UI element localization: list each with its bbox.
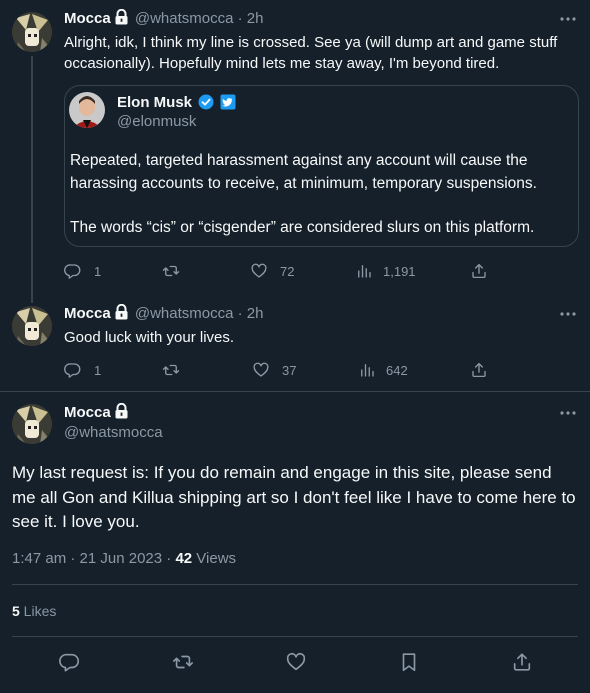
tweet-header: Mocca @whatsmocca · 2h	[64, 8, 264, 31]
tweet-actions: 1 37 642	[64, 360, 494, 380]
share-button[interactable]	[470, 261, 488, 281]
quoted-text-2: The words “cis” or “cisgender” are consi…	[70, 219, 535, 236]
display-name[interactable]: Mocca	[64, 305, 111, 322]
views-label: Views	[192, 550, 237, 567]
timestamp[interactable]: 1:47 am · 21 Jun 2023 ·	[12, 550, 175, 567]
tweet-meta: 1:47 am · 21 Jun 2023 · 42 Views	[12, 549, 236, 569]
separator: ·	[233, 10, 247, 27]
divider	[12, 636, 578, 637]
tweet-thread: Mocca @whatsmocca · 2h Alright, idk, I t…	[0, 0, 590, 693]
like-button[interactable]	[285, 651, 307, 673]
likes-count: 5	[12, 603, 20, 619]
share-button[interactable]	[511, 651, 533, 673]
retweet-icon	[173, 655, 193, 669]
like-button[interactable]: 72	[250, 261, 294, 281]
tweet-2[interactable]: Mocca @whatsmocca · 2h Good luck with yo…	[0, 295, 590, 391]
views-button[interactable]: 1,191	[355, 261, 416, 281]
handle[interactable]: @whatsmocca	[64, 423, 163, 443]
share-button[interactable]	[470, 360, 488, 380]
reply-count: 1	[94, 263, 102, 279]
reply-icon	[59, 653, 80, 672]
views-count: 642	[386, 362, 408, 378]
tweet-text: My last request is: If you do remain and…	[12, 463, 576, 531]
post-time[interactable]: 2h	[247, 305, 264, 322]
tweet-1[interactable]: Mocca @whatsmocca · 2h Alright, idk, I t…	[0, 0, 590, 295]
like-count: 72	[280, 263, 295, 279]
like-count: 37	[282, 362, 297, 378]
lock-icon	[114, 303, 129, 326]
retweet-button[interactable]	[172, 651, 194, 673]
likes-label: Likes	[19, 603, 57, 619]
share-icon	[472, 263, 486, 279]
handle[interactable]: @whatsmocca	[135, 10, 234, 27]
bookmark-button[interactable]	[398, 651, 420, 673]
thread-line-top	[31, 295, 33, 303]
retweet-icon	[162, 364, 180, 376]
views-count: 1,191	[383, 263, 416, 279]
reply-icon	[64, 363, 81, 378]
lock-icon	[114, 402, 129, 425]
focused-tweet: Mocca @whatsmocca My last request is: If…	[0, 392, 590, 693]
quoted-avatar	[69, 92, 105, 128]
divider	[12, 584, 578, 585]
views-icon	[361, 364, 374, 377]
reply-button[interactable]: 1	[64, 360, 101, 380]
share-icon	[513, 653, 531, 671]
quoted-text-1: Repeated, targeted harassment against an…	[70, 152, 537, 192]
like-icon	[253, 362, 269, 377]
verified-badge-icon	[198, 94, 214, 116]
display-name[interactable]: Mocca	[64, 10, 111, 27]
more-icon[interactable]	[558, 9, 578, 29]
tweet-actions: 1 72 1,191	[64, 261, 494, 281]
retweet-button[interactable]	[162, 360, 192, 380]
avatar[interactable]	[12, 404, 52, 444]
reply-button[interactable]	[59, 651, 81, 673]
share-icon	[472, 362, 486, 378]
separator: ·	[233, 305, 247, 322]
likes-summary[interactable]: 5 Likes	[12, 601, 56, 621]
views-button[interactable]: 642	[358, 360, 408, 380]
reply-button[interactable]: 1	[64, 261, 101, 281]
like-icon	[251, 263, 267, 278]
quoted-display-name[interactable]: Elon Musk	[117, 94, 192, 111]
author-name-line: Mocca	[64, 402, 131, 425]
handle[interactable]: @whatsmocca	[135, 305, 234, 322]
reply-count: 1	[94, 362, 102, 378]
tweet-text: Alright, idk, I think my line is crossed…	[64, 34, 558, 72]
like-icon	[286, 652, 306, 671]
retweet-button[interactable]	[162, 261, 192, 281]
tweet-header: Mocca @whatsmocca · 2h	[64, 303, 264, 326]
focused-tweet-actions	[0, 651, 590, 673]
avatar[interactable]	[12, 12, 52, 52]
bookmark-icon	[402, 653, 416, 672]
quoted-tweet[interactable]: Elon Musk @elonmusk Repeated, targeted h…	[64, 85, 579, 247]
like-button[interactable]: 37	[252, 360, 296, 380]
avatar[interactable]	[12, 306, 52, 346]
post-time[interactable]: 2h	[247, 10, 264, 27]
more-icon[interactable]	[558, 403, 578, 423]
views-count: 42	[175, 550, 193, 567]
thread-line	[31, 56, 33, 295]
more-icon[interactable]	[558, 304, 578, 324]
tweet-text: Good luck with your lives.	[64, 329, 235, 346]
retweet-icon	[162, 265, 180, 277]
reply-icon	[64, 264, 81, 279]
lock-icon	[114, 8, 129, 31]
display-name[interactable]: Mocca	[64, 404, 111, 421]
twitter-affiliate-icon	[220, 94, 236, 116]
quoted-handle[interactable]: @elonmusk	[117, 112, 196, 132]
views-icon	[358, 265, 371, 278]
